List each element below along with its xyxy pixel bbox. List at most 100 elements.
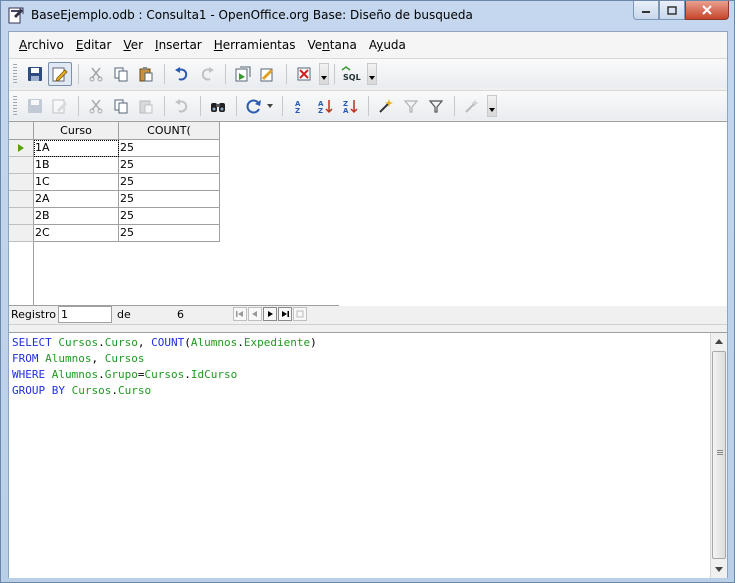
run-query-button[interactable] [231,62,255,86]
sql-operator: , [137,336,152,349]
menu-archivo[interactable]: Archivo [13,38,70,52]
sql-mode-button[interactable]: SQL [340,62,364,86]
copy-button[interactable] [109,62,133,86]
sort-icon: AZ [318,99,333,114]
delete-button[interactable] [292,62,316,86]
standard-filter-button[interactable] [399,94,423,118]
close-button[interactable] [685,1,729,20]
undo-icon [175,98,188,112]
column-header-curso[interactable]: Curso [34,122,119,140]
table-cell[interactable]: 25 [119,140,220,157]
table-cell[interactable]: 25 [119,191,220,208]
column-header-count[interactable]: COUNT( [119,122,220,140]
toolbar-grip[interactable] [13,63,17,84]
record-of-label: de [117,308,131,321]
sort-descending-button[interactable]: ZA [338,94,362,118]
refresh-button[interactable] [242,94,266,118]
sql-operator: ) [310,336,317,349]
row-header[interactable] [9,225,34,242]
redo-button[interactable] [195,62,219,86]
remove-filter-button[interactable] [460,94,484,118]
filter-button[interactable] [424,94,448,118]
copy-data-button[interactable] [109,94,133,118]
sql-identifier: Alumnos [45,352,92,365]
sql-identifier: IdCurso [190,368,238,381]
table-data-toolbar: AZ AZ ZA [9,90,727,120]
table-cell[interactable]: 25 [119,157,220,174]
sql-operator: . [98,368,105,381]
row-header[interactable] [9,140,34,157]
save-record-button[interactable] [23,94,47,118]
paste-button[interactable] [134,62,158,86]
scrollbar-thumb[interactable] [712,351,726,559]
autofilter-button[interactable] [374,94,398,118]
table-cell[interactable]: 2C [34,225,119,242]
table-cell[interactable]: 25 [119,174,220,191]
menu-insertar[interactable]: Insertar [149,38,208,52]
refresh-dropdown-arrow[interactable] [267,103,273,108]
find-record-icon [211,102,225,112]
minimize-button[interactable] [633,1,659,20]
first-record-button[interactable] [233,307,247,321]
menu-ventana[interactable]: Ventana [302,38,363,52]
clear-query-button[interactable] [256,62,280,86]
menu-herramientas[interactable]: Herramientas [208,38,302,52]
table-cell[interactable]: 1B [34,157,119,174]
menu-archivo-accel: A [19,38,28,52]
menu-bar: Archivo Editar Ver Insertar Herramientas… [9,32,727,58]
edit-mode-button[interactable] [48,61,72,86]
row-header[interactable] [9,191,34,208]
toolbar-overflow-button[interactable] [319,62,329,85]
paste-data-button[interactable] [134,94,158,118]
table-cell[interactable]: 2B [34,208,119,225]
toolbar-separator [78,95,79,116]
title-bar[interactable]: BaseEjemplo.odb : Consulta1 - OpenOffice… [1,1,734,31]
cut-button[interactable] [84,62,108,86]
sql-keyword: WHERE [12,368,46,381]
vertical-scrollbar[interactable] [710,333,727,578]
table-cell[interactable]: 25 [119,208,220,225]
undo-button[interactable] [170,62,194,86]
redo-icon [201,66,214,80]
sort-button[interactable]: AZ [313,94,337,118]
table-cell[interactable]: 1A [34,140,119,157]
menu-ver[interactable]: Ver [117,38,149,52]
edit-data-button[interactable] [48,94,72,118]
sql-operator: , [91,352,105,365]
last-record-button[interactable] [278,307,292,321]
scroll-down-button[interactable] [711,561,727,578]
pane-splitter[interactable] [9,324,727,332]
maximize-button[interactable] [659,1,685,20]
menu-editar[interactable]: Editar [70,38,118,52]
sql-identifier: Cursos [58,336,99,349]
grid-corner[interactable] [9,122,34,140]
menu-herramientas-rest: erramientas [222,38,296,52]
previous-record-button[interactable] [248,307,262,321]
row-header[interactable] [9,208,34,225]
table-row: 2C 25 [9,225,220,242]
toolbar-grip[interactable] [13,95,17,116]
find-record-button[interactable] [206,94,230,118]
new-record-icon [296,310,304,318]
menu-herramientas-accel: H [213,38,223,52]
toolbar-overflow-button[interactable] [367,62,377,85]
sort-ascending-button[interactable]: AZ [288,94,312,118]
row-header[interactable] [9,157,34,174]
record-number-input[interactable]: 1 [58,306,112,323]
cut-data-button[interactable] [84,94,108,118]
table-cell[interactable]: 1C [34,174,119,191]
new-record-button[interactable] [293,307,307,321]
next-record-icon [268,311,273,317]
scroll-up-button[interactable] [711,333,727,350]
menu-ayuda[interactable]: Ayuda [363,38,412,52]
table-cell[interactable]: 25 [119,225,220,242]
row-header[interactable] [9,174,34,191]
table-cell[interactable]: 2A [34,191,119,208]
save-button[interactable] [23,62,47,86]
sql-editor[interactable]: SELECT Cursos.Curso, COUNT(Alumnos.Exped… [9,332,727,578]
next-record-button[interactable] [263,307,277,321]
toolbar-overflow-button[interactable] [487,94,497,117]
undo-data-button[interactable] [170,94,194,118]
delete-icon [297,67,311,80]
openoffice-base-icon [8,7,24,24]
